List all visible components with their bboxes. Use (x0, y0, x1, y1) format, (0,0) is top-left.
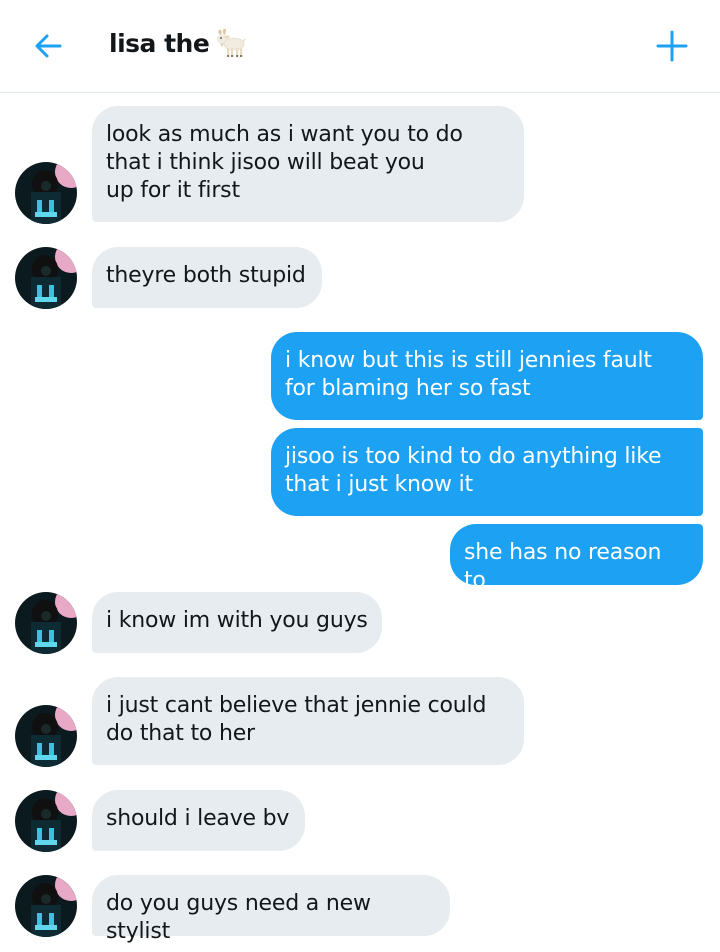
conversation-title-text: lisa the (109, 29, 210, 58)
received-message-bubble[interactable]: do you guys need a new stylist (92, 875, 450, 944)
avatar[interactable] (15, 790, 77, 852)
avatar-photo-icon (15, 875, 77, 937)
avatar[interactable] (15, 705, 77, 767)
received-message-bubble[interactable]: look as much as i want you to do that i … (92, 106, 524, 222)
avatar-photo-icon (15, 247, 77, 309)
back-button[interactable] (30, 26, 70, 66)
sent-message-bubble[interactable]: she has no reason to (450, 524, 703, 593)
back-arrow-icon (35, 34, 62, 58)
avatar[interactable] (15, 162, 77, 224)
received-message-bubble[interactable]: theyre both stupid (92, 247, 322, 308)
avatar[interactable] (15, 875, 77, 937)
goat-emoji-icon (215, 28, 247, 64)
plus-icon (656, 30, 688, 62)
avatar[interactable] (15, 592, 77, 654)
received-message-bubble[interactable]: should i leave bv (92, 790, 305, 851)
avatar-photo-icon (15, 790, 77, 852)
sent-message-bubble[interactable]: i know but this is still jennies fault f… (271, 332, 703, 420)
message-thread[interactable]: look as much as i want you to do that i … (0, 93, 720, 952)
new-message-button[interactable] (652, 26, 692, 66)
sent-message-bubble[interactable]: jisoo is too kind to do anything like th… (271, 428, 703, 516)
avatar-photo-icon (15, 705, 77, 767)
conversation-header: lisa the (0, 0, 720, 93)
received-message-bubble[interactable]: i just cant believe that jennie could do… (92, 677, 524, 765)
conversation-title[interactable]: lisa the (109, 28, 247, 64)
avatar-photo-icon (15, 162, 77, 224)
received-message-bubble[interactable]: i know im with you guys (92, 592, 382, 653)
avatar[interactable] (15, 247, 77, 309)
avatar-photo-icon (15, 592, 77, 654)
